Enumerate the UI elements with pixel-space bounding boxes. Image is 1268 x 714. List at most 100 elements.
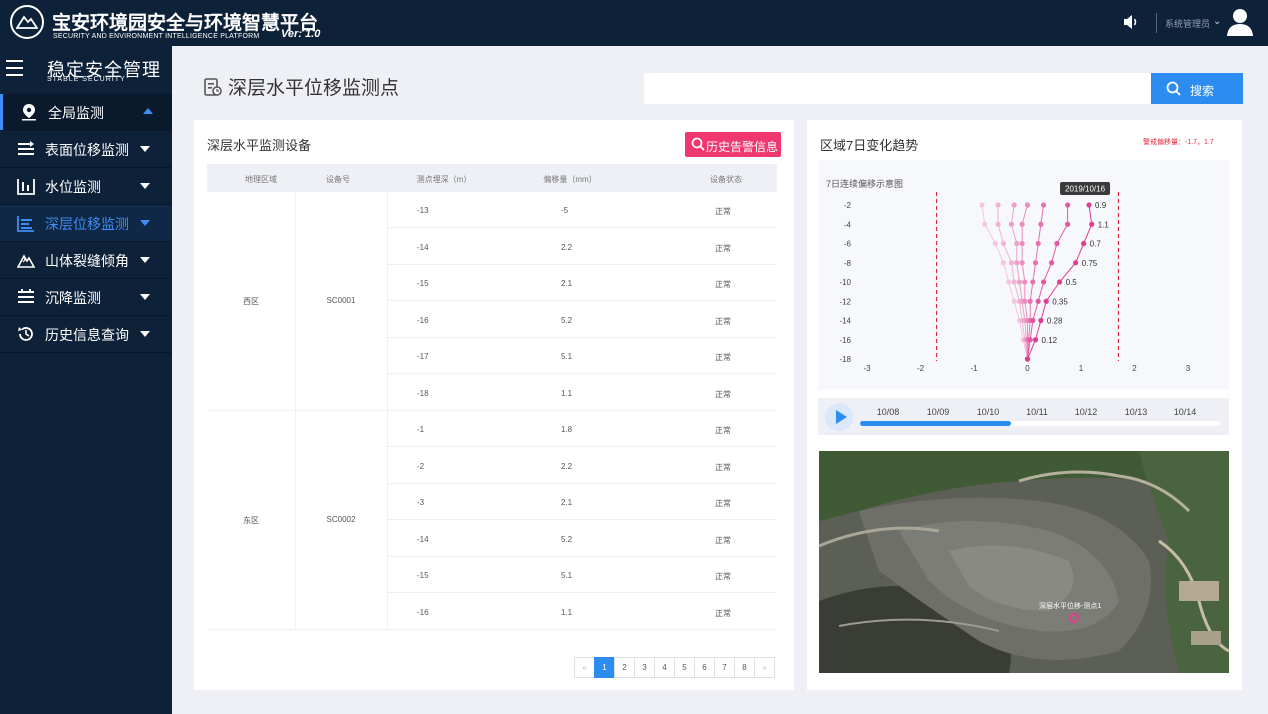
region-group-west: 西区 SC0001 -13 -5 正常 -14 2.2 正常 -15 2.1 正… <box>207 192 777 411</box>
page-button[interactable]: 2 <box>614 657 635 678</box>
chevron-down-icon <box>140 220 150 226</box>
data-point <box>1030 279 1036 285</box>
search-input[interactable] <box>644 73 1152 104</box>
table-row[interactable]: -13 -5 正常 <box>387 192 777 228</box>
table-row[interactable]: -15 2.1 正常 <box>387 265 777 301</box>
table-row[interactable]: -15 5.1 正常 <box>387 557 777 593</box>
app-subtitle: SECURITY AND ENVIRONMENT INTELLIGENCE PL… <box>53 33 260 40</box>
sidebar-item-mountain-crack[interactable]: 山体裂缝倾角 <box>0 242 172 278</box>
sidebar-item-water-level[interactable]: 水位监测 <box>0 168 172 204</box>
data-label: 0.35 <box>1052 297 1068 306</box>
table-row[interactable]: -14 5.2 正常 <box>387 521 777 557</box>
x-tick-label: -3 <box>863 364 871 373</box>
user-avatar-icon[interactable] <box>1226 7 1254 37</box>
data-point <box>1065 221 1071 227</box>
sidebar-item-surface[interactable]: 表面位移监测 <box>0 131 172 167</box>
aerial-map-image[interactable]: 深层水平位移-测点1 <box>819 451 1229 673</box>
data-point <box>1011 298 1017 304</box>
data-point <box>1089 221 1095 227</box>
page-button[interactable]: 8 <box>734 657 755 678</box>
page-button[interactable]: 5 <box>674 657 695 678</box>
water-level-icon <box>17 177 35 195</box>
data-point <box>992 240 998 247</box>
table-row[interactable]: -17 5.1 正常 <box>387 338 777 374</box>
offset-cell: 2.1 <box>561 279 573 288</box>
page-button[interactable]: 3 <box>634 657 655 678</box>
table-row[interactable]: -1 1.8 正常 <box>387 411 777 447</box>
status-cell: 正常 <box>715 353 731 362</box>
play-icon[interactable] <box>825 403 853 431</box>
column-header: 偏移量（mm） <box>543 175 597 184</box>
table-row[interactable]: -3 2.1 正常 <box>387 484 777 520</box>
page-next-button[interactable]: » <box>754 657 775 678</box>
timeline-date[interactable]: 10/10 <box>977 407 1000 417</box>
depth-cell: -16 <box>417 608 429 617</box>
timeline-date[interactable]: 10/12 <box>1075 407 1098 417</box>
table-row[interactable]: -16 5.2 正常 <box>387 302 777 338</box>
timeline-date[interactable]: 10/09 <box>927 407 950 417</box>
alarm-threshold: 警戒偏移量：-1.7，1.7 <box>1143 139 1214 146</box>
menu-icon[interactable] <box>6 60 24 78</box>
data-point <box>1019 240 1025 247</box>
data-point <box>1040 202 1047 208</box>
page-prev-button[interactable]: « <box>574 657 595 678</box>
page-button[interactable]: 1 <box>594 657 615 678</box>
user-name[interactable]: 系统管理员 <box>1165 17 1210 30</box>
search-button[interactable]: 搜索 <box>1151 73 1243 104</box>
region-name: 西区 <box>243 297 259 306</box>
timeline-date[interactable]: 10/14 <box>1174 407 1197 417</box>
data-point <box>1024 356 1031 362</box>
data-point <box>1032 337 1039 343</box>
status-cell: 正常 <box>715 390 731 399</box>
table-row[interactable]: -2 2.2 正常 <box>387 448 777 484</box>
offset-cell: 5.2 <box>561 535 573 544</box>
map-marker-icon[interactable] <box>1069 613 1079 623</box>
timeline-date[interactable]: 10/13 <box>1125 407 1148 417</box>
sidebar-item-settlement[interactable]: 沉降监测 <box>0 279 172 315</box>
deep-layer-icon <box>17 214 35 232</box>
table-row[interactable]: -14 2.2 正常 <box>387 229 777 265</box>
depth-cell: -17 <box>417 352 429 361</box>
table-row[interactable]: -16 1.1 正常 <box>387 594 777 630</box>
depth-cell: -3 <box>417 498 425 507</box>
table-row[interactable]: -18 1.1 正常 <box>387 375 777 411</box>
region-group-east: 东区 SC0002 -1 1.8 正常 -2 2.2 正常 -3 2.1 正常 … <box>207 411 777 630</box>
history-alarm-button[interactable]: 历史告警信息 <box>685 132 781 157</box>
chevron-down-icon <box>140 183 150 189</box>
x-tick-label: -1 <box>970 364 978 373</box>
page-button[interactable]: 4 <box>654 657 675 678</box>
page-button[interactable]: 7 <box>714 657 735 678</box>
timeline-track[interactable] <box>860 421 1220 426</box>
sidebar-item-global[interactable]: 全局监测 <box>0 94 172 130</box>
data-label: 0.7 <box>1090 240 1102 249</box>
pagination: « 1 2 3 4 5 6 7 8 » <box>574 657 775 678</box>
status-cell: 正常 <box>715 536 731 545</box>
sidebar-item-history[interactable]: 历史信息查询 <box>0 316 172 352</box>
y-tick-label: -10 <box>839 278 851 287</box>
location-icon <box>20 103 38 121</box>
data-label: 0.12 <box>1042 336 1058 345</box>
page-title: 深层水平位移监测点 <box>228 78 400 99</box>
depth-cell: -1 <box>417 425 425 434</box>
volume-icon[interactable] <box>1122 13 1140 31</box>
timeline-date[interactable]: 10/11 <box>1026 407 1048 417</box>
data-point <box>1014 240 1020 247</box>
y-tick-label: -16 <box>839 336 851 345</box>
status-cell: 正常 <box>715 463 731 472</box>
depth-cell: -2 <box>417 462 425 471</box>
offset-cell: 2.2 <box>561 462 573 471</box>
chevron-down-icon[interactable]: ⌄ <box>1213 16 1221 27</box>
offset-cell: 1.1 <box>561 608 573 617</box>
x-tick-label: 1 <box>1079 364 1084 373</box>
section-subtitle: STABLE SECURITY <box>47 76 126 83</box>
chevron-up-icon <box>143 108 153 114</box>
search-button-label: 搜索 <box>1190 84 1215 98</box>
page-button[interactable]: 6 <box>694 657 715 678</box>
data-point <box>1019 260 1025 266</box>
data-point <box>1016 279 1023 285</box>
data-label: 0.9 <box>1095 201 1107 210</box>
sidebar-item-deep-layer[interactable]: 深层位移监测 <box>0 205 172 241</box>
depth-cell: -15 <box>417 571 429 580</box>
timeline-date[interactable]: 10/08 <box>877 407 900 417</box>
sidebar-item-label: 全局监测 <box>48 105 104 121</box>
